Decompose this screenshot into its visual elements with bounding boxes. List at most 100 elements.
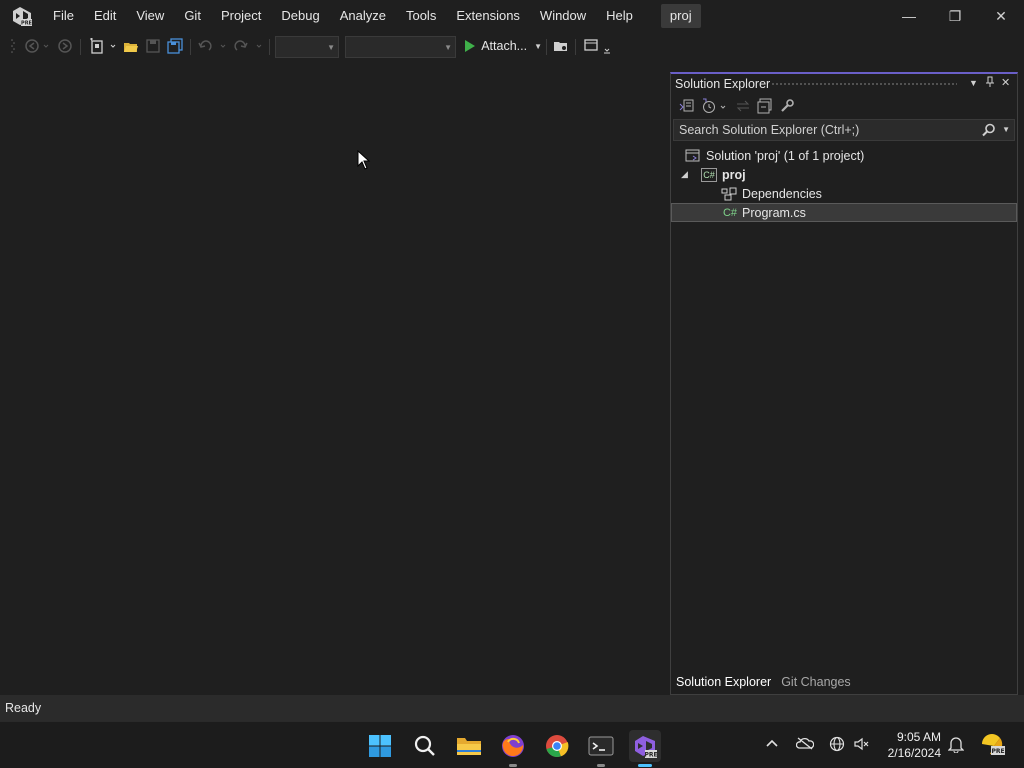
solution-explorer-search-box[interactable]: Search Solution Explorer (Ctrl+;) ▼ — [673, 119, 1015, 141]
search-placeholder: Search Solution Explorer (Ctrl+;) — [679, 123, 860, 137]
solution-explorer-panel: Solution Explorer ▼ ✕ Search Solution Ex… — [670, 72, 1018, 695]
undo-icon — [198, 40, 226, 51]
minimize-icon: — — [902, 8, 916, 24]
svg-text:PRE: PRE — [21, 21, 33, 27]
file-explorer-taskbar-button[interactable] — [453, 730, 485, 762]
notifications-bell-icon[interactable] — [947, 735, 965, 756]
menu-git[interactable]: Git — [174, 0, 211, 32]
open-folder-icon — [124, 43, 138, 52]
solution-explorer-title: Solution Explorer — [675, 77, 771, 91]
visual-studio-taskbar-button[interactable]: PRE — [629, 730, 661, 767]
menu-window[interactable]: Window — [530, 0, 596, 32]
show-hidden-icons-chevron-icon[interactable] — [765, 736, 779, 753]
network-globe-icon[interactable] — [829, 736, 845, 755]
tree-item-project[interactable]: ◢ C# proj — [671, 165, 1017, 184]
save-all-icon — [167, 38, 183, 54]
onedrive-offline-icon[interactable] — [795, 736, 815, 753]
chrome-taskbar-button[interactable] — [541, 730, 573, 762]
save-button[interactable] — [144, 37, 162, 55]
menu-project[interactable]: Project — [211, 0, 271, 32]
switch-views-icon[interactable] — [679, 98, 695, 117]
menu-tools[interactable]: Tools — [396, 0, 446, 32]
pending-changes-filter-icon[interactable] — [701, 98, 729, 117]
active-indicator — [638, 764, 652, 767]
new-project-button[interactable] — [88, 37, 118, 55]
chevron-down-icon: ▼ — [534, 41, 542, 51]
firefox-icon — [502, 735, 524, 757]
redo-button[interactable] — [232, 37, 264, 55]
tree-item-solution[interactable]: Solution 'proj' (1 of 1 project) — [671, 146, 1017, 165]
search-icon — [414, 735, 435, 756]
document-well[interactable] — [0, 60, 668, 695]
menu-analyze[interactable]: Analyze — [330, 0, 396, 32]
window-position-dropdown-icon[interactable]: ▼ — [969, 78, 978, 88]
start-button[interactable] — [364, 730, 396, 762]
folder-search-icon — [554, 42, 567, 51]
solution-explorer-toolbar — [671, 94, 1017, 118]
attach-debugger-button[interactable]: Attach... ▼ — [462, 37, 542, 55]
visual-studio-logo-icon: PRE — [11, 5, 33, 27]
running-indicator — [597, 764, 605, 767]
windows-taskbar: PRE 9:05 AM 2/16/2024 PRE — [0, 721, 1024, 768]
menu-help[interactable]: Help — [596, 0, 643, 32]
menu-debug[interactable]: Debug — [271, 0, 329, 32]
restore-icon: ❐ — [948, 7, 962, 24]
solution-name-badge[interactable]: proj — [660, 4, 701, 28]
csharp-file-icon: C# — [722, 206, 738, 219]
terminal-taskbar-button[interactable] — [585, 730, 617, 767]
tree-item-program-cs[interactable]: C# Program.cs — [671, 203, 1017, 222]
dev-home-preview-icon[interactable]: PRE — [980, 732, 1006, 759]
solution-explorer-header: Solution Explorer ▼ ✕ — [671, 74, 1017, 94]
solution-platforms-dropdown[interactable]: ▼ — [345, 36, 456, 58]
new-item-icon — [90, 38, 116, 54]
firefox-taskbar-button[interactable] — [497, 730, 529, 767]
collapse-all-icon[interactable] — [757, 98, 773, 117]
search-options-chevron-icon[interactable]: ▼ — [1002, 125, 1010, 134]
clock-time: 9:05 AM — [896, 730, 941, 744]
forward-icon — [58, 39, 72, 53]
open-file-button[interactable] — [122, 37, 140, 55]
file-explorer-toolbar-button[interactable] — [552, 37, 570, 55]
menu-file[interactable]: File — [43, 0, 84, 32]
pin-icon[interactable] — [985, 76, 995, 91]
menu-extensions[interactable]: Extensions — [446, 0, 530, 32]
save-icon — [146, 39, 160, 53]
tab-solution-explorer[interactable]: Solution Explorer — [671, 670, 776, 694]
mouse-cursor-icon — [357, 149, 371, 173]
solution-configurations-dropdown[interactable]: ▼ — [275, 36, 339, 58]
visual-studio-preview-icon: PRE — [635, 736, 658, 759]
taskbar-clock[interactable]: 9:05 AM 2/16/2024 — [888, 729, 941, 761]
window-layout-button[interactable] — [582, 37, 614, 55]
solution-icon — [685, 149, 701, 163]
restore-button[interactable]: ❐ — [932, 0, 978, 32]
back-icon — [25, 39, 49, 53]
start-play-icon — [465, 40, 475, 52]
expanded-triangle-icon[interactable]: ◢ — [681, 169, 701, 180]
navigate-back-button[interactable] — [22, 37, 50, 55]
menu-edit[interactable]: Edit — [84, 0, 126, 32]
chevron-down-icon: ▼ — [327, 43, 335, 52]
solution-explorer-tabs: Solution Explorer Git Changes — [671, 670, 1017, 694]
search-icon[interactable] — [982, 123, 996, 140]
volume-muted-icon[interactable] — [853, 736, 869, 755]
minimize-button[interactable]: — — [886, 0, 932, 32]
undo-button[interactable] — [196, 37, 228, 55]
toolbar-separator — [80, 39, 81, 55]
chevron-down-icon: ▼ — [444, 43, 452, 52]
tree-item-dependencies[interactable]: Dependencies — [671, 184, 1017, 203]
menu-view[interactable]: View — [126, 0, 174, 32]
panel-grip[interactable] — [771, 82, 957, 86]
toolbar-separator — [575, 39, 576, 55]
sync-with-active-document-icon[interactable] — [735, 98, 751, 117]
status-text: Ready — [5, 701, 42, 715]
close-button[interactable]: ✕ — [978, 0, 1024, 32]
properties-wrench-icon[interactable] — [779, 98, 795, 117]
save-all-button[interactable] — [166, 37, 184, 55]
status-bar: Ready — [0, 695, 1024, 721]
navigate-forward-button[interactable] — [56, 37, 74, 55]
search-taskbar-button[interactable] — [409, 730, 441, 762]
dependencies-icon — [721, 187, 737, 201]
tab-git-changes[interactable]: Git Changes — [776, 670, 855, 694]
close-panel-icon[interactable]: ✕ — [1001, 76, 1010, 89]
solution-label: Solution 'proj' (1 of 1 project) — [706, 148, 865, 163]
